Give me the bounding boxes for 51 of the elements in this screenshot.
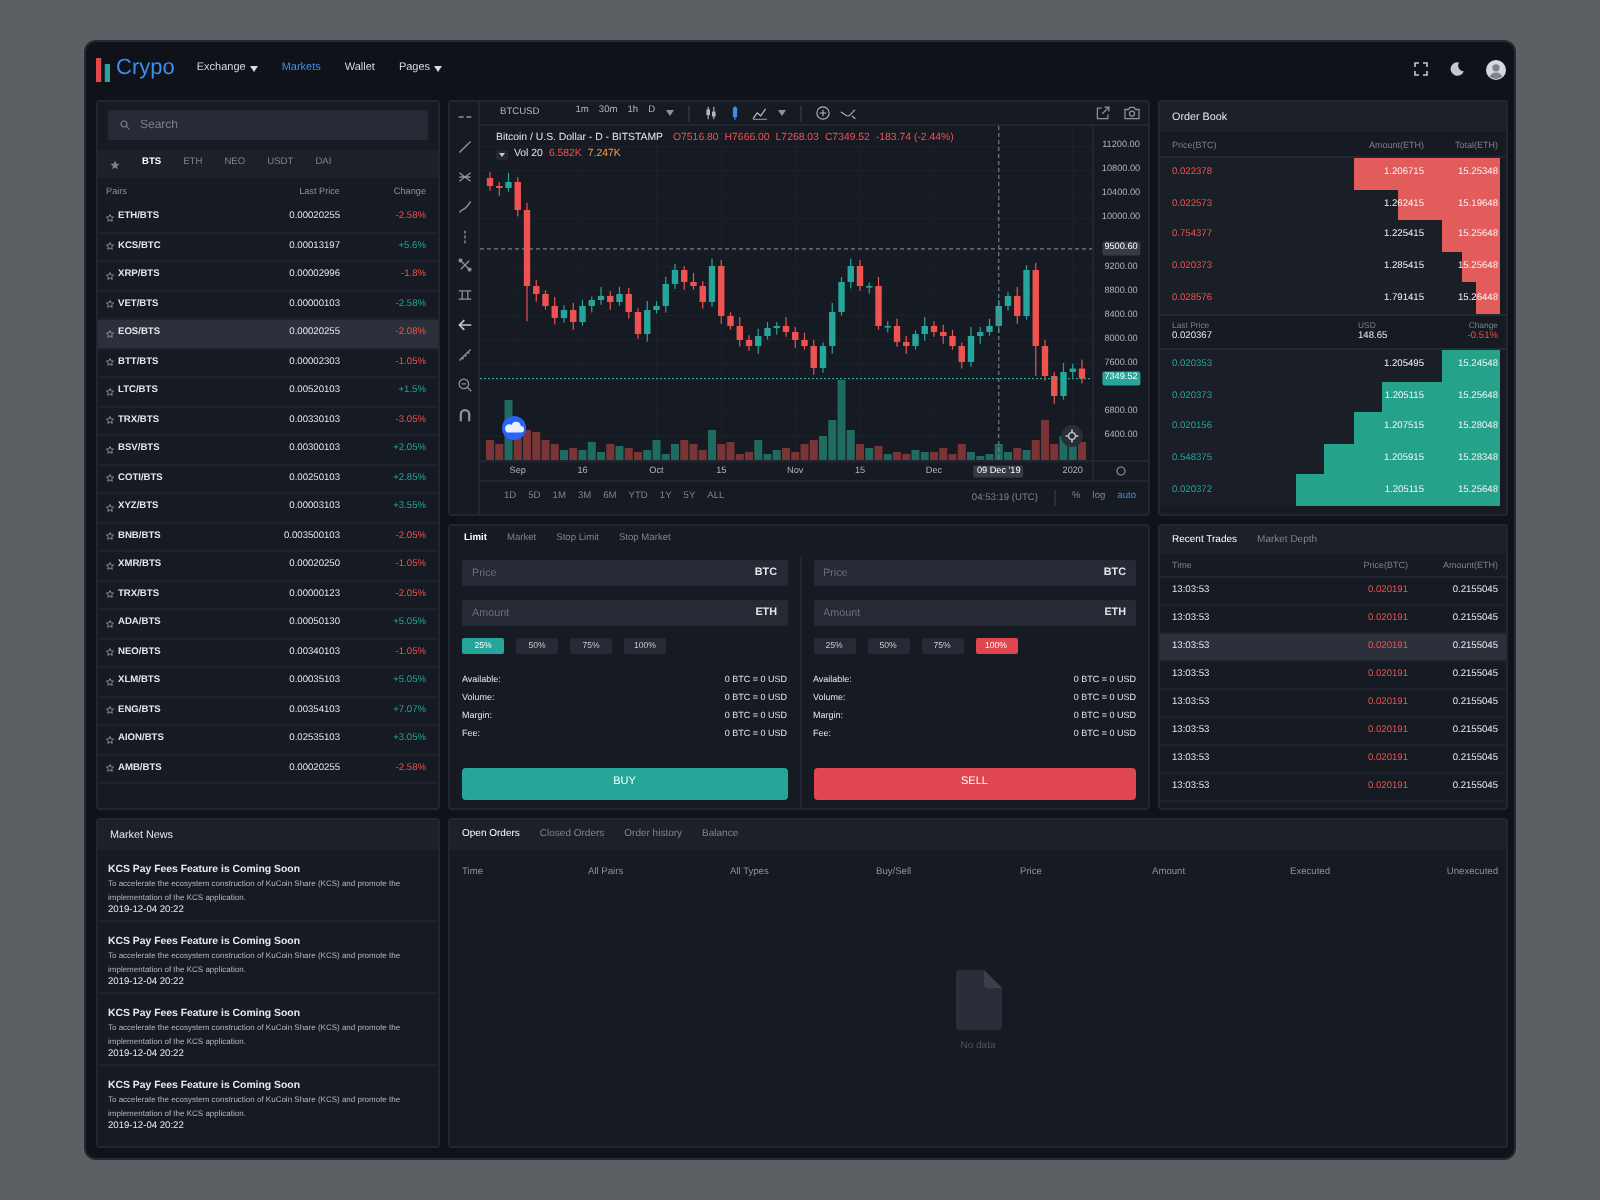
star-icon[interactable] (106, 387, 114, 396)
candles-icon[interactable] (703, 106, 718, 120)
camera-icon[interactable] (1124, 106, 1140, 120)
document-icon (955, 970, 1001, 1030)
wave-icon[interactable] (839, 107, 856, 119)
star-icon[interactable] (106, 445, 114, 454)
logo-icon (96, 57, 110, 81)
star-icon[interactable] (106, 329, 114, 338)
fullscreen-icon[interactable] (1414, 62, 1428, 76)
star-icon[interactable] (106, 619, 114, 628)
cross-lines-icon[interactable] (457, 169, 471, 184)
search-icon (120, 120, 130, 130)
star-icon[interactable] (106, 735, 114, 744)
star-icon[interactable] (106, 358, 114, 367)
curve-line-icon[interactable] (457, 199, 471, 214)
circle-icon[interactable] (1116, 466, 1126, 476)
star-icon[interactable] (106, 532, 114, 541)
star-icon[interactable] (110, 159, 120, 169)
line-tool-icon[interactable] (457, 139, 471, 154)
star-icon[interactable] (106, 677, 114, 686)
line-chart-icon[interactable] (751, 106, 768, 120)
target-icon[interactable] (1061, 425, 1083, 447)
avatar-icon[interactable] (1486, 59, 1506, 79)
star-icon[interactable] (106, 242, 114, 251)
star-icon[interactable] (106, 648, 114, 657)
star-icon[interactable] (106, 590, 114, 599)
cross-nodes-icon[interactable] (457, 258, 471, 273)
arrow-left-icon[interactable] (457, 318, 471, 333)
parallel-lines-icon[interactable] (457, 288, 471, 303)
moon-icon[interactable] (1450, 62, 1464, 76)
dashes-icon[interactable] (457, 110, 471, 124)
star-icon[interactable] (106, 416, 114, 425)
star-icon[interactable] (106, 300, 114, 309)
cloud-icon[interactable] (502, 416, 526, 440)
star-icon[interactable] (106, 474, 114, 483)
caret-icon[interactable] (777, 110, 786, 116)
star-icon[interactable] (106, 213, 114, 222)
star-icon[interactable] (106, 503, 114, 512)
candle-icon[interactable] (727, 106, 742, 120)
star-icon[interactable] (106, 764, 114, 773)
popout-icon[interactable] (1096, 106, 1110, 120)
caret-box-icon[interactable] (496, 149, 508, 159)
add-circle-icon[interactable] (815, 106, 830, 120)
caret-icon[interactable] (665, 110, 674, 116)
magnet-icon[interactable] (457, 407, 471, 422)
ruler-icon[interactable] (457, 348, 471, 363)
star-icon[interactable] (106, 561, 114, 570)
zoom-out-icon[interactable] (457, 378, 471, 393)
star-icon[interactable] (106, 271, 114, 280)
logo-text[interactable]: Crypo (116, 58, 175, 80)
star-icon[interactable] (106, 706, 114, 715)
